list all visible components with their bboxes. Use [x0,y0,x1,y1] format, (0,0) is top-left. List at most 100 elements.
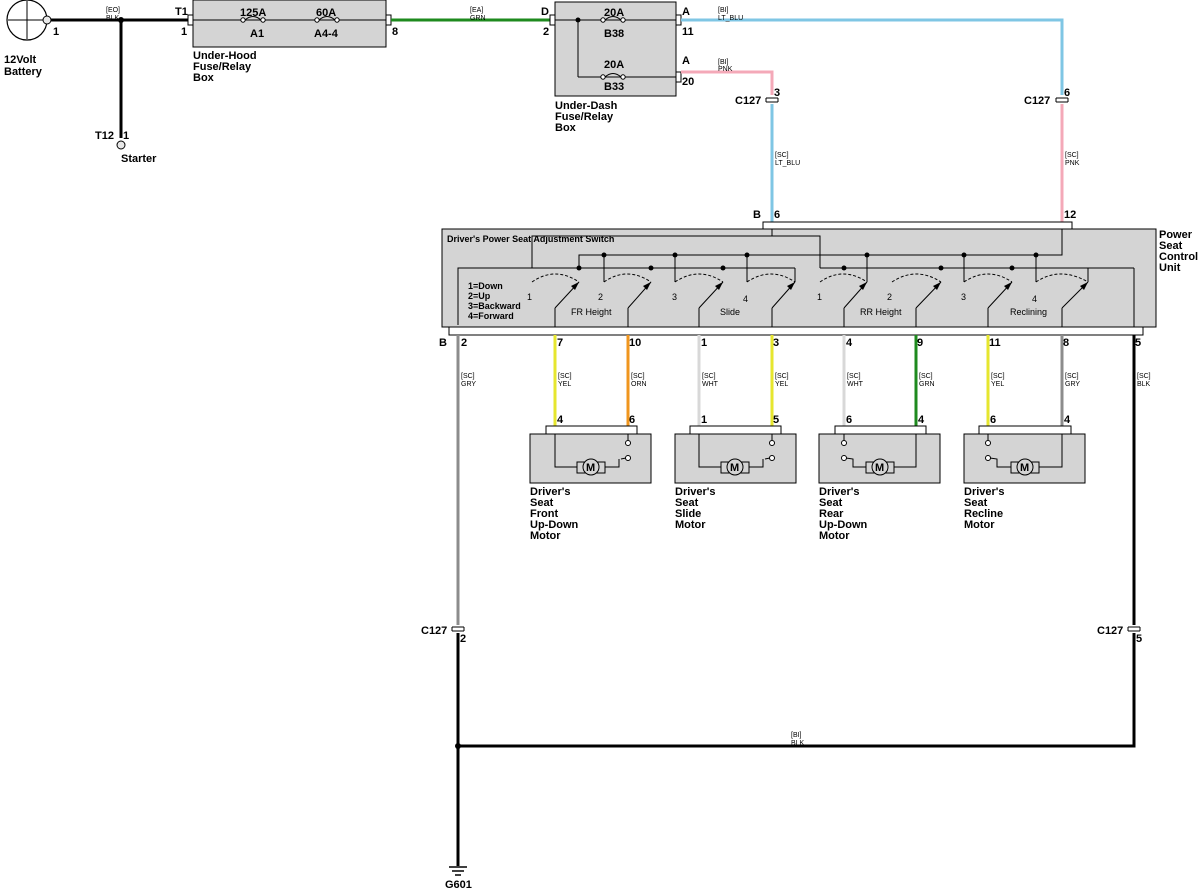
switch-number: 1 [817,292,822,302]
wire-tag-color: GRY [1065,381,1080,388]
wire-tag-color: YEL [558,381,571,388]
connector-name: C127 [735,95,761,107]
group-label: RR Height [860,307,902,317]
wire-tag-code: [BI] [718,7,729,14]
wire-pin: 8 [1063,337,1069,349]
switch-number: 2 [598,292,603,302]
wire-grn: [EA] GRN [391,7,551,22]
control-unit-conn-top: B [753,209,761,221]
wire-tag-color: BLK [106,15,120,22]
wire-tag-color: GRY [461,381,476,388]
connector-icon [451,626,465,632]
wire-tag-code: [SC] [558,373,572,380]
underhood-pin-in: 1 [181,26,187,38]
motor-front-up-down: 4 6 M Driver's Seat Front Up-Down Motor [529,414,652,542]
wire-tag-code: [SC] [1065,152,1079,159]
wire-tag-code: [SC] [702,373,716,380]
wire-bottom: 5 [SC] BLK [1132,335,1151,625]
motor-pin: 4 [918,414,925,426]
underdash-label-line: Box [555,122,577,134]
wire-tag-code: [BI] [718,59,729,66]
fuse-id: B38 [604,28,624,40]
motor-pin: 1 [701,414,707,426]
battery-label-line1: 12Volt [4,54,37,66]
fuse-rating: 20A [604,59,624,71]
fuse-rating: 60A [316,7,336,19]
motor-pin: 5 [773,414,779,426]
starter: T12 1 Starter [95,130,157,165]
wire-tag-color: ORN [631,381,647,388]
ground-g601: G601 [445,866,472,890]
motor-slide: 1 5 M Driver's Seat Slide Motor [674,414,797,531]
wire-tag-color: YEL [991,381,1004,388]
wire-pnk: [BI] PNK [681,59,774,95]
wire-tag-code: [EA] [470,7,483,14]
motor-label-line: Motor [675,519,706,531]
motor-rear-up-down: 6 4 M Driver's Seat Rear Up-Down Motor [818,414,941,542]
motor-symbol: M [586,462,595,474]
connector-name: C127 [1024,95,1050,107]
wire-tag-code: [SC] [775,152,789,159]
switch-number: 3 [672,292,677,302]
connector-icon [1127,626,1141,632]
motor-label-line: Motor [530,530,561,542]
wire-tag-color: BLK [1137,381,1151,388]
fuse-rating: 20A [604,7,624,19]
underdash-pin-in: 2 [543,26,549,38]
wire-tag-color: BLK [791,740,805,747]
wire-tag-color: WHT [847,381,864,388]
starter-label: Starter [121,153,157,165]
wire-pin: 5 [1135,337,1141,349]
group-label: Reclining [1010,307,1047,317]
wire-tag-code: [SC] [631,373,645,380]
wire-pin: 11 [989,337,1001,349]
fuse-id: A4-4 [314,28,339,40]
fuse-rating: 125A [240,7,266,19]
connector-pin: 3 [774,87,780,99]
wire-pin: 10 [629,337,641,349]
group-label: Slide [720,307,740,317]
connector-pin: 5 [1136,633,1142,645]
connector-name: C127 [421,625,447,637]
wire-tag-code: [BI] [791,732,802,739]
starter-terminal-icon [116,140,126,150]
motor-pin: 4 [1064,414,1071,426]
underdash-conn-out: A [682,6,690,18]
motor-pin: 6 [846,414,852,426]
connector-pin: 6 [1064,87,1070,99]
wire-tag-color: LT_BLU [775,160,800,167]
motor-pin: 6 [629,414,635,426]
motor-symbol: M [730,462,739,474]
underdash-conn-in: D [541,6,549,18]
switch-number: 4 [743,294,748,304]
fuse-id: A1 [250,28,264,40]
wire-lt-blu: [BI] LT_BLU [681,7,1064,95]
underdash-conn-out: A [682,55,690,67]
underhood-fuse-box: 125A A1 60A A4-4 T1 1 8 Under-Hood Fuse/… [175,0,398,84]
wire-tag-code: [SC] [991,373,1005,380]
wire-tag-code: [SC] [1137,373,1151,380]
battery-label-line2: Battery [4,66,43,78]
wire-tag-color: PNK [1065,160,1080,167]
wire-tag-code: [SC] [461,373,475,380]
wire-pin: 9 [917,337,923,349]
underhood-pin-out: 8 [392,26,398,38]
starter-pin: 1 [123,130,129,142]
legend-item: 1=Down [468,281,503,291]
motor-symbol: M [875,462,884,474]
legend-item: 2=Up [468,291,491,301]
control-unit-pin-top: 6 [774,209,780,221]
underhood-label-line: Box [193,72,215,84]
control-unit-label-line: Unit [1159,262,1181,274]
wire-tag-color: GRN [919,381,935,388]
connector-name: C127 [1097,625,1123,637]
battery: 12Volt Battery 1 [4,0,59,78]
switch-number: 1 [527,292,532,302]
wire-tag-code: [SC] [775,373,789,380]
underhood-conn-in: T1 [175,6,188,18]
wire-sc-lt-blu: [SC] LT_BLU [770,104,800,222]
switch-number: 3 [961,292,966,302]
control-unit-conn-bottom: B [439,337,447,349]
wire-pin: 3 [773,337,779,349]
wire-sc-pnk: [SC] PNK [1060,104,1080,222]
